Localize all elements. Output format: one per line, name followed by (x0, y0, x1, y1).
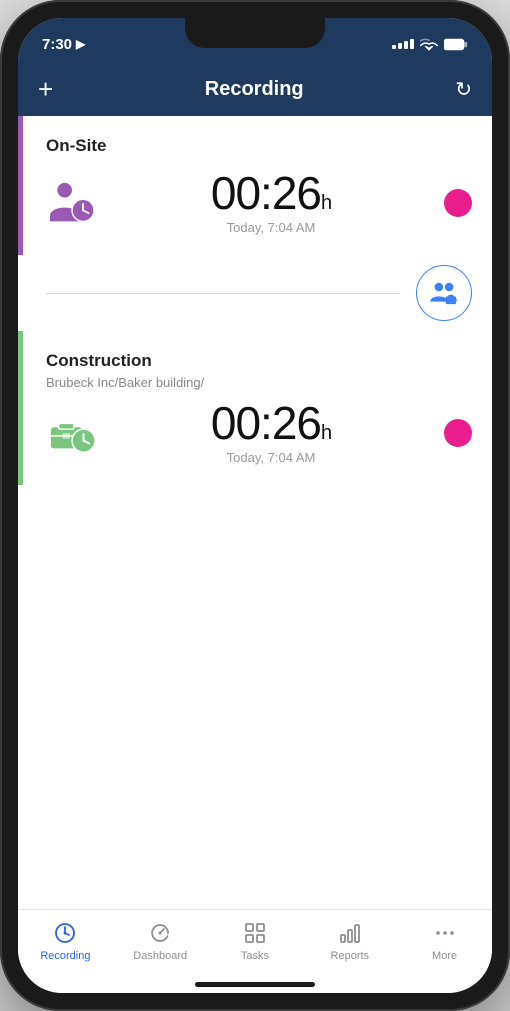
on-site-timer-value: 00:26h (98, 170, 444, 216)
tab-dashboard[interactable]: Dashboard (113, 920, 208, 962)
nav-bar: + Recording ↻ (18, 62, 492, 116)
briefcase-clock-icon (46, 407, 98, 459)
time-display: 7:30 (42, 36, 72, 53)
recording-tab-label: Recording (40, 950, 90, 962)
tab-reports[interactable]: Reports (302, 920, 397, 962)
on-site-label: On-Site (46, 136, 472, 156)
refresh-button[interactable]: ↻ (455, 77, 472, 102)
more-tab-label: More (432, 950, 457, 962)
construction-sublabel: Brubeck Inc/Baker building/ (46, 375, 472, 390)
signal-icon (392, 39, 414, 49)
construction-timer-value: 00:26h (98, 400, 444, 446)
phone-frame: 7:30 ▶ (0, 0, 510, 1011)
on-site-timer-center: 00:26h Today, 7:04 AM (98, 170, 444, 235)
tab-tasks[interactable]: Tasks (208, 920, 303, 962)
location-icon: ▶ (76, 37, 85, 51)
battery-icon (444, 38, 468, 51)
construction-timer-sub: Today, 7:04 AM (98, 450, 444, 465)
status-icons (392, 37, 468, 51)
construction-timer-center: 00:26h Today, 7:04 AM (98, 400, 444, 465)
tab-bar: Recording Dashboard (18, 909, 492, 993)
home-indicator (195, 982, 315, 987)
person-clock-icon (46, 177, 98, 229)
content-area: On-Site (18, 116, 492, 909)
page-title: Recording (205, 78, 304, 101)
divider-line (46, 293, 400, 294)
more-tab-icon (432, 920, 458, 946)
tab-more[interactable]: More (397, 920, 492, 962)
construction-record-button[interactable] (444, 419, 472, 447)
on-site-timer-sub: Today, 7:04 AM (98, 220, 444, 235)
reports-tab-icon (337, 920, 363, 946)
construction-card: Construction Brubeck Inc/Baker building/ (18, 331, 492, 485)
team-button[interactable] (416, 265, 472, 321)
tab-recording[interactable]: Recording (18, 920, 113, 962)
construction-timer-row: 00:26h Today, 7:04 AM (46, 400, 472, 465)
status-time: 7:30 ▶ (42, 36, 85, 53)
reports-tab-label: Reports (331, 950, 370, 962)
on-site-timer-row: 00:26h Today, 7:04 AM (46, 170, 472, 235)
divider-section (18, 255, 492, 331)
recording-tab-icon (52, 920, 78, 946)
construction-label: Construction (46, 351, 472, 371)
on-site-card: On-Site (18, 116, 492, 255)
dashboard-tab-icon (147, 920, 173, 946)
notch (185, 18, 325, 48)
on-site-record-button[interactable] (444, 189, 472, 217)
wifi-icon (420, 37, 438, 51)
dashboard-tab-label: Dashboard (133, 950, 187, 962)
tasks-tab-label: Tasks (241, 950, 269, 962)
phone-screen: 7:30 ▶ (18, 18, 492, 993)
add-button[interactable]: + (38, 76, 53, 102)
tasks-tab-icon (242, 920, 268, 946)
